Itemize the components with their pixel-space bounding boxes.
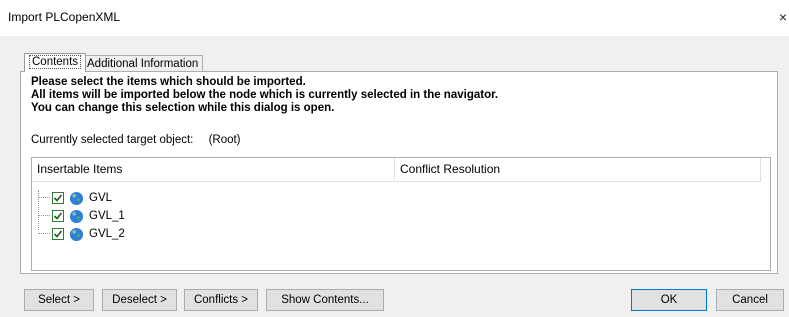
checkmark-icon (53, 194, 63, 202)
instruction-line: All items will be imported below the nod… (31, 89, 499, 101)
tree-connector (38, 233, 50, 235)
insertable-items-list: Insertable Items Conflict Resolution GVL (31, 157, 771, 271)
globe-icon (69, 191, 84, 205)
list-item: GVL (38, 190, 112, 206)
instruction-line: You can change this selection while this… (31, 102, 335, 114)
tree-connector (38, 197, 50, 199)
item-checkbox[interactable] (52, 192, 64, 204)
instructions: Please select the items which should be … (31, 76, 498, 115)
contents-panel: Please select the items which should be … (20, 71, 778, 274)
tab-label: Additional Information (87, 58, 199, 70)
column-header-insertable-items[interactable]: Insertable Items (32, 158, 395, 182)
dialog-body: Additional Information Contents Please s… (0, 36, 789, 317)
ok-button[interactable]: OK (631, 289, 707, 311)
select-button[interactable]: Select > (24, 289, 94, 311)
item-checkbox[interactable] (52, 228, 64, 240)
checkmark-icon (53, 212, 63, 220)
item-checkbox[interactable] (52, 210, 64, 222)
checkmark-icon (53, 230, 63, 238)
conflicts-button[interactable]: Conflicts > (184, 289, 258, 311)
instruction-line: Please select the items which should be … (31, 76, 306, 88)
item-label: GVL_1 (89, 210, 125, 222)
window-title: Import PLCopenXML (8, 10, 121, 24)
column-header-conflict-resolution[interactable]: Conflict Resolution (395, 158, 761, 182)
target-object-value: (Root) (208, 134, 241, 146)
item-label: GVL (89, 192, 113, 204)
close-icon[interactable]: × (779, 9, 787, 25)
tab-label: Contents (29, 55, 82, 69)
list-item: GVL_2 (38, 226, 125, 242)
tree-connector (38, 215, 50, 217)
tab-contents[interactable]: Contents (24, 53, 87, 72)
deselect-button[interactable]: Deselect > (102, 289, 177, 311)
item-label: GVL_2 (89, 228, 125, 240)
target-object-label: Currently selected target object: (31, 134, 194, 146)
list-item: GVL_1 (38, 208, 125, 224)
globe-icon (69, 227, 84, 241)
cancel-button[interactable]: Cancel (716, 289, 784, 311)
globe-icon (69, 209, 84, 223)
target-object-row: Currently selected target object: (Root) (31, 134, 241, 146)
title-bar: Import PLCopenXML × (0, 0, 789, 36)
show-contents-button[interactable]: Show Contents... (266, 289, 384, 311)
